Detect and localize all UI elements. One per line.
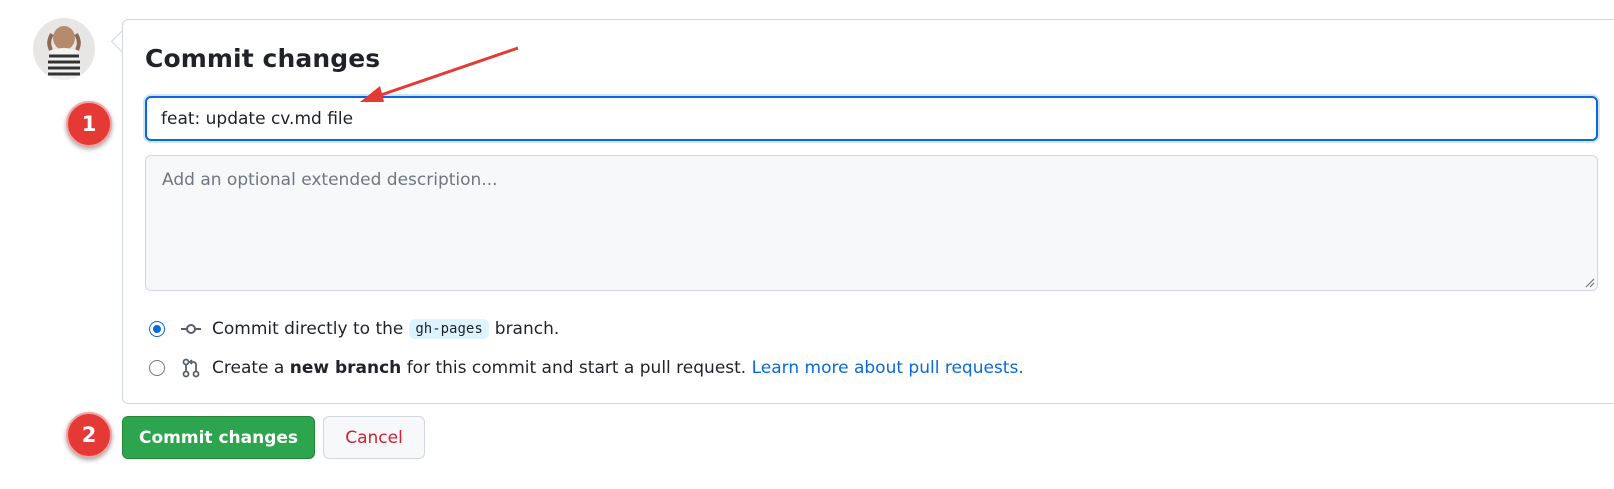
commit-direct-option[interactable]: Commit directly to the gh-pages branch. (149, 316, 559, 342)
avatar-illustration (33, 18, 95, 80)
commit-direct-radio[interactable] (149, 321, 165, 337)
commit-description-textarea[interactable] (145, 155, 1598, 291)
commit-changes-button[interactable]: Commit changes (122, 416, 315, 459)
branch-name-badge: gh-pages (409, 319, 489, 339)
commit-changes-page: Commit changes Commit directly to the gh… (0, 0, 1614, 489)
commit-direct-label-prefix: Commit directly to the (212, 319, 404, 339)
user-avatar (33, 18, 95, 80)
commit-title: Commit changes (145, 44, 381, 73)
git-commit-icon (180, 318, 202, 340)
commit-direct-label-suffix: branch. (494, 319, 560, 339)
cancel-button[interactable]: Cancel (323, 416, 425, 459)
git-pull-request-icon (180, 357, 202, 379)
new-branch-label-middle: for this commit and start a pull request… (406, 358, 747, 378)
new-branch-label-bold: new branch (289, 358, 402, 378)
learn-more-pull-requests-link[interactable]: Learn more about pull requests. (752, 358, 1024, 378)
annotation-marker-2: 2 (66, 412, 112, 458)
new-branch-option[interactable]: Create a new branch for this commit and … (149, 355, 1024, 381)
annotation-arrow-icon (360, 46, 519, 102)
new-branch-radio[interactable] (149, 360, 165, 376)
annotation-marker-1: 1 (66, 101, 112, 147)
resize-grip-icon[interactable] (1583, 276, 1595, 288)
new-branch-label-prefix: Create a (212, 358, 285, 378)
